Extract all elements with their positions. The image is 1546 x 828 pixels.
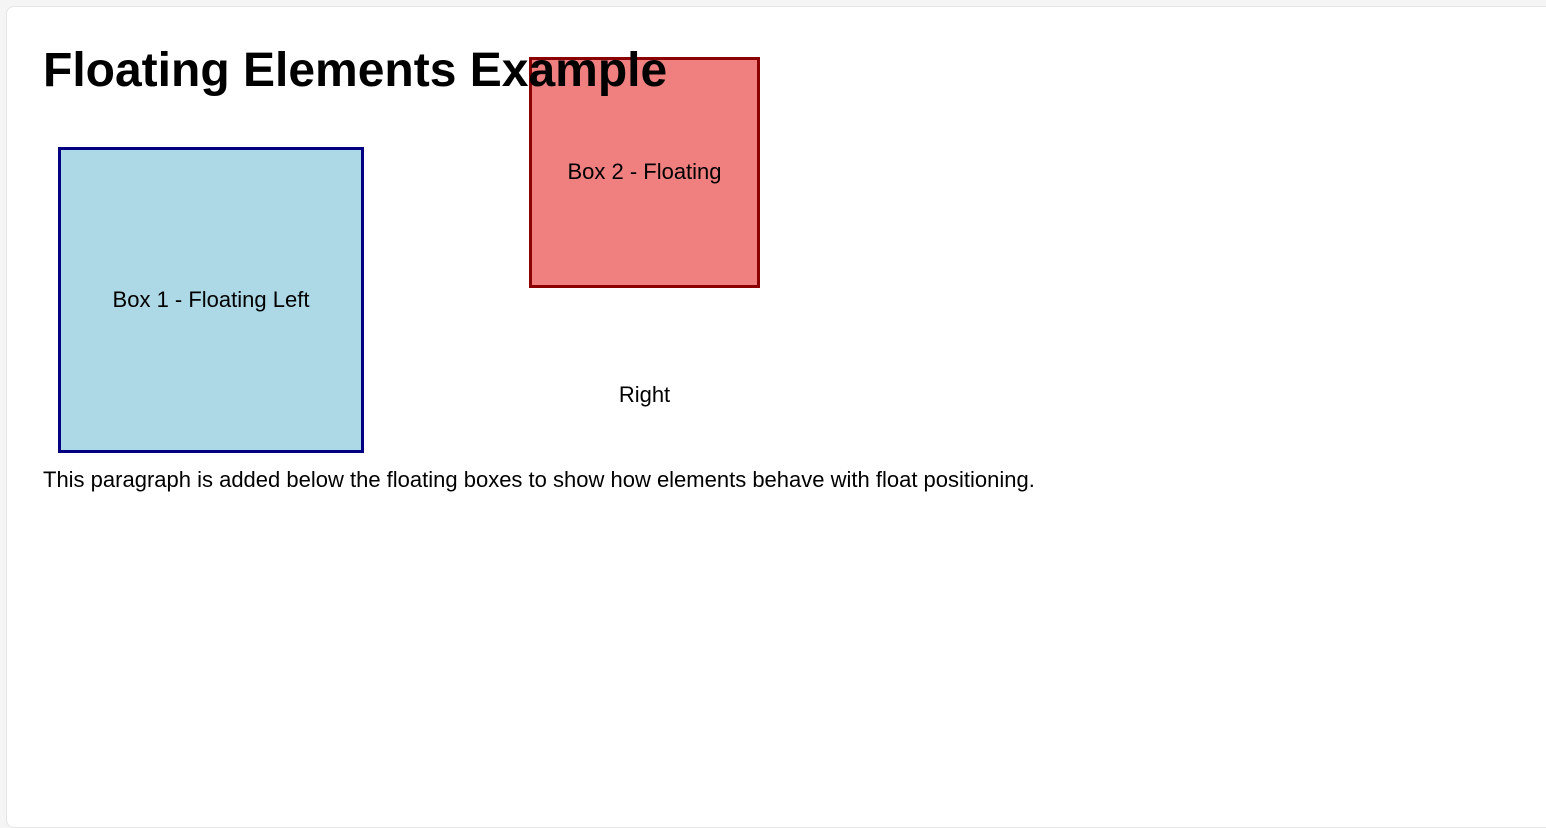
box-2-label: Box 2 - Floating [567, 159, 722, 185]
description-paragraph: This paragraph is added below the floati… [43, 467, 1035, 492]
page-title: Floating Elements Example [43, 44, 668, 97]
page-container: Floating Elements Example Box 1 - Floati… [6, 6, 1546, 828]
box-1-label: Box 1 - Floating Left [112, 286, 310, 312]
box-2-overflow-label: Right [618, 382, 671, 407]
box-1-floating-left: Box 1 - Floating Left [58, 147, 364, 453]
